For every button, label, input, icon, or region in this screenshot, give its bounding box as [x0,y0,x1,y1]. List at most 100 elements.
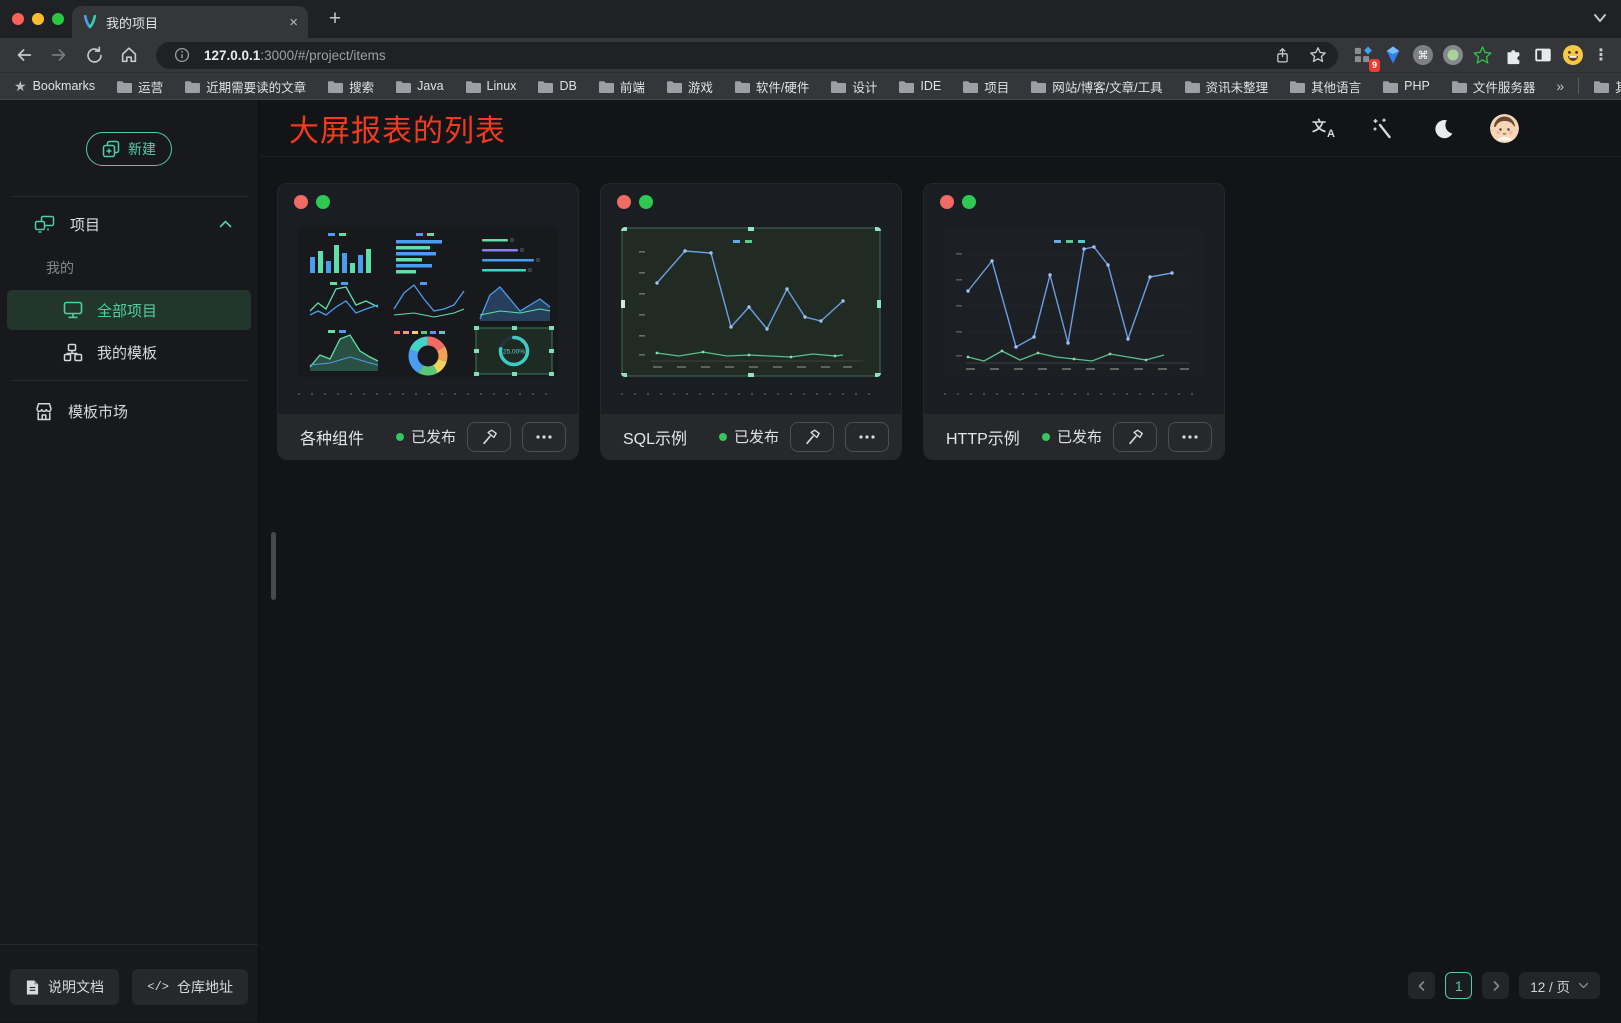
new-tab-button[interactable]: + [321,5,349,33]
scrollbar-thumb[interactable] [271,532,276,600]
sidebar-item-my-templates[interactable]: 我的模板 [7,332,251,372]
bookmark-label: 项目 [984,77,1009,96]
chevron-up-icon[interactable] [219,220,232,228]
edit-project-button[interactable] [1113,422,1157,452]
folder-icon [327,80,343,93]
bookmark-star-icon[interactable] [1304,43,1332,67]
prev-page-button[interactable] [1408,972,1435,999]
bookmark-folder[interactable]: 资讯未整理 [1184,77,1269,96]
app-root: 新建 项目 我的 全部项目 [0,100,1621,1022]
sidebar-divider [10,196,248,197]
status-dot-icon [719,433,727,441]
next-page-button[interactable] [1482,972,1509,999]
folder-icon [465,80,481,93]
extension-tabs-icon[interactable]: 9 [1349,42,1376,69]
my-templates-label: 我的模板 [97,342,157,363]
back-button[interactable] [8,41,40,69]
bookmarks-overflow-icon[interactable]: » [1556,78,1564,94]
template-market-label: 模板市场 [68,401,128,422]
project-card[interactable]: HTTP示例 已发布 [923,183,1225,460]
folder-icon [734,80,750,93]
sidebar-divider [10,380,248,381]
bookmark-folder[interactable]: 前端 [598,77,645,96]
bookmark-folder[interactable]: 软件/硬件 [734,77,809,96]
edit-project-button[interactable] [467,422,511,452]
bookmark-folder[interactable]: 网站/博客/文章/工具 [1030,77,1162,96]
language-icon[interactable]: 文 A [1312,116,1336,140]
site-info-icon[interactable] [168,43,196,67]
site-favicon [82,14,98,30]
address-bar[interactable]: 127.0.0.1:3000/#/project/items [156,42,1338,69]
project-thumbnail[interactable] [621,227,881,377]
project-thumbnail[interactable] [944,227,1204,377]
bookmark-folder[interactable]: Linux [465,79,517,93]
macos-minimize-button[interactable] [32,13,44,25]
sidebar-item-all-projects[interactable]: 全部项目 [7,290,251,330]
progress-value: 25.00% [503,349,525,356]
main-content: 大屏报表的列表 文 A [259,100,1621,1022]
dotted-separator [944,393,1204,395]
browser-tab[interactable]: 我的项目 × [72,6,308,38]
tab-close-icon[interactable]: × [289,15,298,30]
page-size-select[interactable]: 12 / 页 [1519,972,1600,999]
bookmark-folder[interactable]: 文件服务器 [1451,77,1536,96]
bookmark-folder[interactable]: 游戏 [666,77,713,96]
bookmark-folder[interactable]: 项目 [962,77,1009,96]
forward-button[interactable] [43,41,75,69]
bookmark-folder[interactable]: 设计 [830,77,877,96]
projects-section-label: 项目 [70,214,100,235]
extension-lantern-icon[interactable] [1379,42,1406,69]
green-dot [962,195,976,209]
more-options-button[interactable] [845,422,889,452]
home-button[interactable] [113,41,145,69]
reload-button[interactable] [78,41,110,69]
edit-project-button[interactable] [790,422,834,452]
project-thumbnail[interactable]: 25.00% [298,227,558,377]
share-icon[interactable] [1268,43,1296,67]
browser-menu-icon[interactable]: ⋮ [1589,45,1613,65]
extension-command-icon[interactable]: ⌘ [1409,42,1436,69]
dark-mode-moon-icon[interactable] [1430,115,1456,141]
new-project-button[interactable]: 新建 [86,132,172,166]
sidebar-toggle-icon[interactable] [1529,42,1556,69]
sidebar-section-projects[interactable]: 项目 [0,203,258,245]
bookmark-folder[interactable]: PHP [1382,79,1430,93]
tab-title: 我的项目 [106,13,158,32]
more-options-button[interactable] [522,422,566,452]
user-avatar[interactable] [1490,114,1519,143]
folder-icon [1593,80,1609,93]
macos-zoom-button[interactable] [52,13,64,25]
bookmark-folder[interactable]: IDE [898,79,941,93]
folder-icon [184,80,200,93]
red-dot [940,195,954,209]
more-options-button[interactable] [1168,422,1212,452]
bookmarks-bar-right: » 其他书签 [1556,77,1621,96]
repo-button-label: 仓库地址 [177,977,233,997]
bookmark-folder[interactable]: 运营 [116,77,163,96]
project-card[interactable]: SQL示例 已发布 [600,183,902,460]
bookmark-folder[interactable]: DB [537,79,576,93]
theme-wand-icon[interactable] [1370,115,1396,141]
project-card[interactable]: 25.00% 各种组件 已发布 [277,183,579,460]
other-bookmarks-folder[interactable]: 其他书签 [1593,77,1621,96]
extension-recorder-icon[interactable] [1439,42,1466,69]
tab-search-icon[interactable] [1593,10,1607,28]
bookmarks-manager[interactable]: ★ Bookmarks [14,79,95,93]
bookmark-folder[interactable]: Java [395,79,443,93]
template-icon [63,343,83,362]
document-icon [25,979,40,996]
bookmark-folder[interactable]: 其他语言 [1289,77,1361,96]
bookmark-folder[interactable]: 搜索 [327,77,374,96]
macos-close-button[interactable] [12,13,24,25]
status-dot-icon [396,433,404,441]
extensions-puzzle-icon[interactable] [1499,42,1526,69]
extension-star-icon[interactable] [1469,42,1496,69]
bookmark-folder[interactable]: 近期需要读的文章 [184,77,306,96]
sidebar-item-template-market[interactable]: 模板市场 [7,391,251,431]
repo-button[interactable]: </> 仓库地址 [132,969,248,1005]
bookmark-label: 资讯未整理 [1206,77,1269,96]
current-page[interactable]: 1 [1445,972,1472,999]
language-icon-wen: 文 [1312,116,1326,136]
docs-button[interactable]: 说明文档 [10,969,119,1005]
extension-emoji-icon[interactable] [1559,42,1586,69]
